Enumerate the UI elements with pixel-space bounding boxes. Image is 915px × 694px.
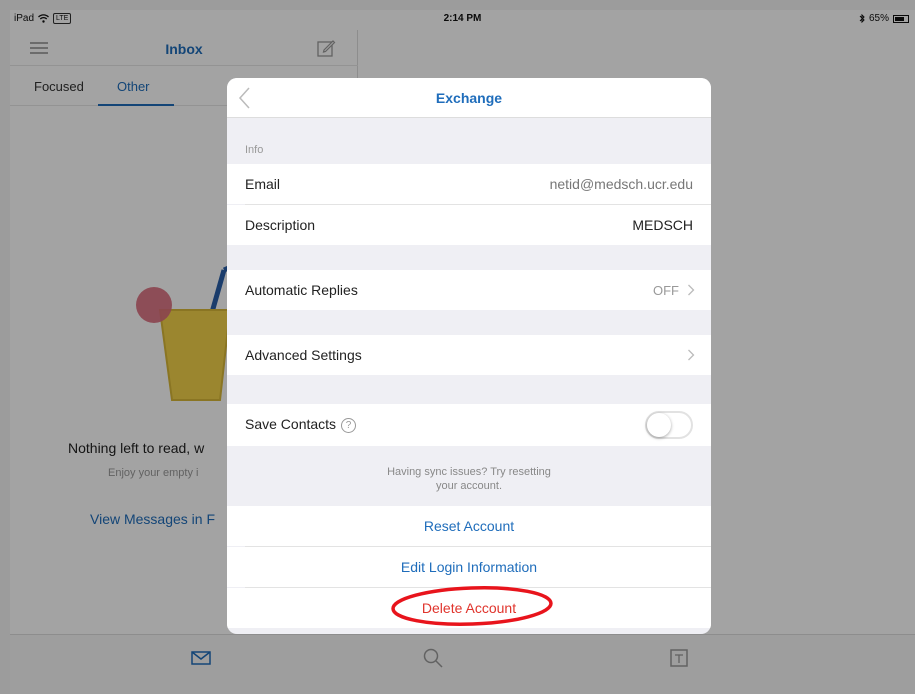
email-label: Email bbox=[245, 176, 281, 192]
automatic-replies-value: OFF bbox=[653, 283, 679, 298]
automatic-replies-row[interactable]: Automatic Replies OFF bbox=[227, 270, 711, 310]
automatic-replies-label: Automatic Replies bbox=[245, 282, 358, 298]
advanced-settings-row[interactable]: Advanced Settings bbox=[227, 335, 711, 375]
email-row: Email netid@medsch.ucr.edu bbox=[227, 164, 711, 204]
exchange-account-sheet: Exchange Info Email netid@medsch.ucr.edu… bbox=[227, 78, 711, 634]
red-highlight-ellipse bbox=[391, 586, 553, 626]
save-contacts-toggle[interactable] bbox=[645, 411, 693, 439]
chevron-right-icon bbox=[688, 349, 695, 361]
save-contacts-label-wrap: Save Contacts? bbox=[245, 416, 357, 433]
description-row[interactable]: Description MEDSCH bbox=[227, 205, 711, 245]
question-icon[interactable]: ? bbox=[341, 418, 357, 433]
advanced-settings-label: Advanced Settings bbox=[245, 347, 362, 363]
reset-account-button[interactable]: Reset Account bbox=[227, 506, 711, 546]
email-value: netid@medsch.ucr.edu bbox=[549, 176, 693, 192]
toggle-knob bbox=[647, 413, 671, 437]
sync-note-line-1: Having sync issues? Try resetting bbox=[387, 466, 551, 478]
chevron-right-icon bbox=[688, 284, 695, 296]
sync-note-line-2: your account. bbox=[435, 480, 503, 492]
sync-issues-note: Having sync issues? Try resetting your a… bbox=[227, 465, 711, 493]
save-contacts-row: Save Contacts? bbox=[227, 404, 711, 446]
description-value: MEDSCH bbox=[632, 217, 693, 233]
description-label: Description bbox=[245, 217, 316, 233]
save-contacts-label: Save Contacts bbox=[245, 416, 337, 432]
sheet-header: Exchange bbox=[227, 78, 711, 118]
sheet-title: Exchange bbox=[435, 90, 503, 106]
info-section-label: Info bbox=[245, 144, 264, 156]
edit-login-button[interactable]: Edit Login Information bbox=[227, 547, 711, 587]
